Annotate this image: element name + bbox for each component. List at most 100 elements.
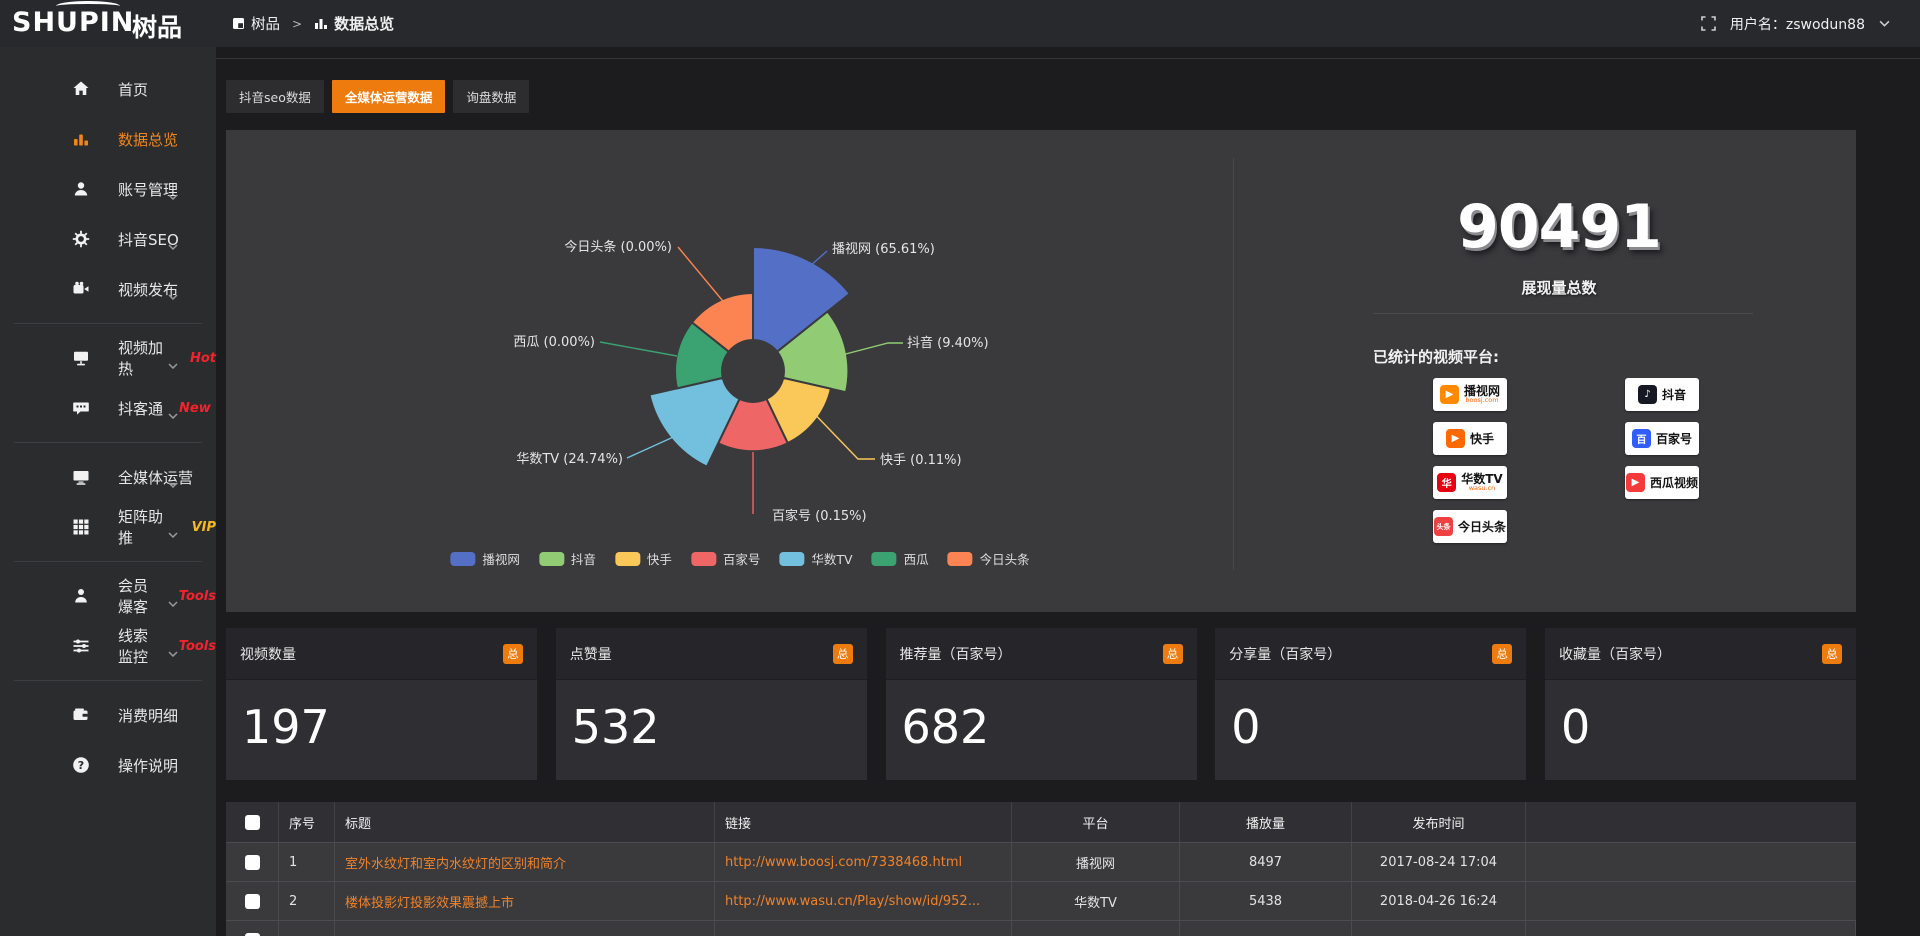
sidebar-item-member[interactable]: 会员爆客Tools	[0, 571, 216, 621]
sidebar-item-chart[interactable]: 数据总览	[0, 114, 216, 164]
chevron-down-icon	[168, 286, 178, 304]
cell-plays: 5438	[1180, 882, 1352, 920]
video-url-link[interactable]: http://www.boosj.com/7338468.html	[725, 855, 962, 870]
monitor-icon	[70, 467, 92, 487]
platform-logo-icon: ▶	[1446, 429, 1465, 448]
cell-empty	[1352, 921, 1526, 936]
table-header-row: 序号标题链接平台播放量发布时间	[226, 802, 1856, 842]
video-title-link[interactable]: 室外水纹灯和室内水纹灯的区别和简介	[345, 853, 566, 872]
table-row: 2楼体投影灯投影效果震撼上市http://www.wasu.cn/Play/sh…	[226, 881, 1856, 920]
column-header-3: 链接	[715, 802, 1012, 842]
grid-icon	[70, 517, 92, 537]
cell-platform: 华数TV	[1012, 882, 1180, 920]
platform-logo-icon: ♪	[1638, 385, 1657, 404]
home-icon	[70, 79, 92, 99]
row-checkbox-cell	[226, 882, 279, 920]
sidebar-item-gear[interactable]: 抖音SEO	[0, 214, 216, 264]
screen-icon	[70, 348, 92, 368]
breadcrumb-root-icon	[232, 17, 245, 30]
sidebar-item-wallet[interactable]: 消费明细	[0, 690, 216, 740]
header-divider	[216, 58, 1920, 59]
sidebar-item-screen[interactable]: 视频加热Hot	[0, 333, 216, 383]
breadcrumb-root[interactable]: 树品	[251, 13, 280, 34]
row-checkbox[interactable]	[245, 933, 260, 936]
cell-publish-time: 2017-08-24 17:04	[1352, 843, 1526, 881]
legend-swatch	[779, 552, 804, 566]
chevron-down-icon	[168, 405, 178, 423]
platform-badge-今日头条[interactable]: 头条 今日头条	[1433, 510, 1507, 543]
total-badge: 总	[1822, 644, 1842, 664]
chevron-down-icon	[168, 643, 178, 661]
legend-item-百家号[interactable]: 百家号	[691, 549, 761, 568]
legend-swatch	[948, 552, 973, 566]
table-row-partial	[226, 920, 1856, 936]
legend-item-快手[interactable]: 快手	[615, 549, 672, 568]
sidebar-divider	[0, 552, 216, 571]
video-title-link[interactable]: 楼体投影灯投影效果震撼上市	[345, 892, 514, 911]
fullscreen-icon[interactable]	[1701, 16, 1716, 31]
cell-empty	[1012, 921, 1180, 936]
app-logo[interactable]: SHUPIN 树品	[0, 0, 216, 47]
logo-text-cn: 树品	[132, 8, 182, 44]
cell-index: 1	[279, 843, 335, 881]
stat-card-3: 推荐量（百家号） 总 682	[886, 628, 1197, 780]
stat-card-value: 532	[556, 680, 867, 754]
platform-badge-抖音[interactable]: ♪ 抖音	[1625, 378, 1699, 411]
stat-card-title: 视频数量	[240, 644, 296, 664]
sidebar-item-badge: Hot	[190, 351, 216, 366]
sidebar-item-home[interactable]: 首页	[0, 64, 216, 114]
legend-item-播视网[interactable]: 播视网	[450, 549, 520, 568]
sidebar-item-user[interactable]: 账号管理	[0, 164, 216, 214]
sidebar-item-grid[interactable]: 矩阵助推 VIP	[0, 502, 216, 552]
stat-card-header: 收藏量（百家号） 总	[1545, 628, 1856, 680]
data-tabs: 抖音seo数据全媒体运营数据询盘数据	[226, 80, 529, 113]
chevron-down-icon	[168, 524, 178, 542]
sidebar-item-label: 首页	[118, 79, 148, 100]
legend-item-抖音[interactable]: 抖音	[539, 549, 596, 568]
platform-badge-西瓜视频[interactable]: ▶ 西瓜视频	[1625, 466, 1699, 499]
select-all-checkbox[interactable]	[245, 815, 260, 830]
platform-badge-快手[interactable]: ▶ 快手	[1433, 422, 1507, 455]
platform-badge-华数TV[interactable]: 华 华数TVwasu.cn	[1433, 466, 1507, 499]
pie-label-line	[627, 434, 680, 458]
platform-name: 百家号	[1656, 433, 1692, 445]
tab-3[interactable]: 询盘数据	[453, 80, 529, 113]
platform-subtext: wasu.cn	[1469, 485, 1496, 492]
row-checkbox[interactable]	[245, 855, 260, 870]
legend-swatch	[615, 552, 640, 566]
legend-item-西瓜[interactable]: 西瓜	[872, 549, 929, 568]
sidebar-item-sliders[interactable]: 线索监控Tools	[0, 621, 216, 671]
cell-title: 室外水纹灯和室内水纹灯的区别和简介	[335, 843, 715, 881]
video-url-link[interactable]: http://www.wasu.cn/Play/show/id/952...	[725, 894, 980, 909]
sidebar-item-label: 矩阵助推	[118, 506, 176, 548]
platform-name: 今日头条	[1458, 521, 1506, 533]
tab-1[interactable]: 抖音seo数据	[226, 80, 324, 113]
user-chevron-down-icon[interactable]	[1879, 20, 1890, 27]
legend-item-今日头条[interactable]: 今日头条	[948, 549, 1030, 568]
header-user-area: 用户名：zswodun88	[1701, 0, 1890, 47]
bar-chart-icon	[314, 17, 328, 30]
tab-2[interactable]: 全媒体运营数据	[332, 80, 446, 113]
platform-badge-百家号[interactable]: 百 百家号	[1625, 422, 1699, 455]
summary-divider	[1373, 313, 1753, 314]
pie-label: 抖音 (9.40%)	[907, 335, 989, 351]
sidebar-item-chat[interactable]: 抖客通New	[0, 383, 216, 433]
row-checkbox[interactable]	[245, 894, 260, 909]
sidebar-item-badge: VIP	[192, 520, 216, 535]
total-badge: 总	[503, 644, 523, 664]
pie-slice-华数TV[interactable]	[649, 378, 739, 467]
sidebar-item-video[interactable]: 视频发布	[0, 264, 216, 314]
cell-empty	[335, 921, 715, 936]
chart-icon	[70, 129, 92, 149]
platform-badge-播视网[interactable]: ▶ 播视网boosj.com	[1433, 378, 1507, 411]
sidebar-item-monitor[interactable]: 全媒体运营	[0, 452, 216, 502]
username-label[interactable]: 用户名：zswodun88	[1730, 14, 1865, 34]
app-header: SHUPIN 树品 树品 > 数据总览 用户名：zswodun88	[0, 0, 1920, 47]
sidebar-item-question[interactable]: ?操作说明	[0, 740, 216, 790]
cell-empty	[279, 921, 335, 936]
legend-item-华数TV[interactable]: 华数TV	[779, 549, 852, 568]
table-row: 1 室外水纹灯和室内水纹灯的区别和简介 http://www.boosj.com/7…	[226, 842, 1856, 881]
pie-label: 华数TV (24.74%)	[516, 452, 623, 467]
table-header-checkbox-cell	[226, 802, 279, 842]
chart-legend: 播视网 抖音 快手 百家号 华数TV 西瓜 今日头条	[450, 549, 1029, 568]
